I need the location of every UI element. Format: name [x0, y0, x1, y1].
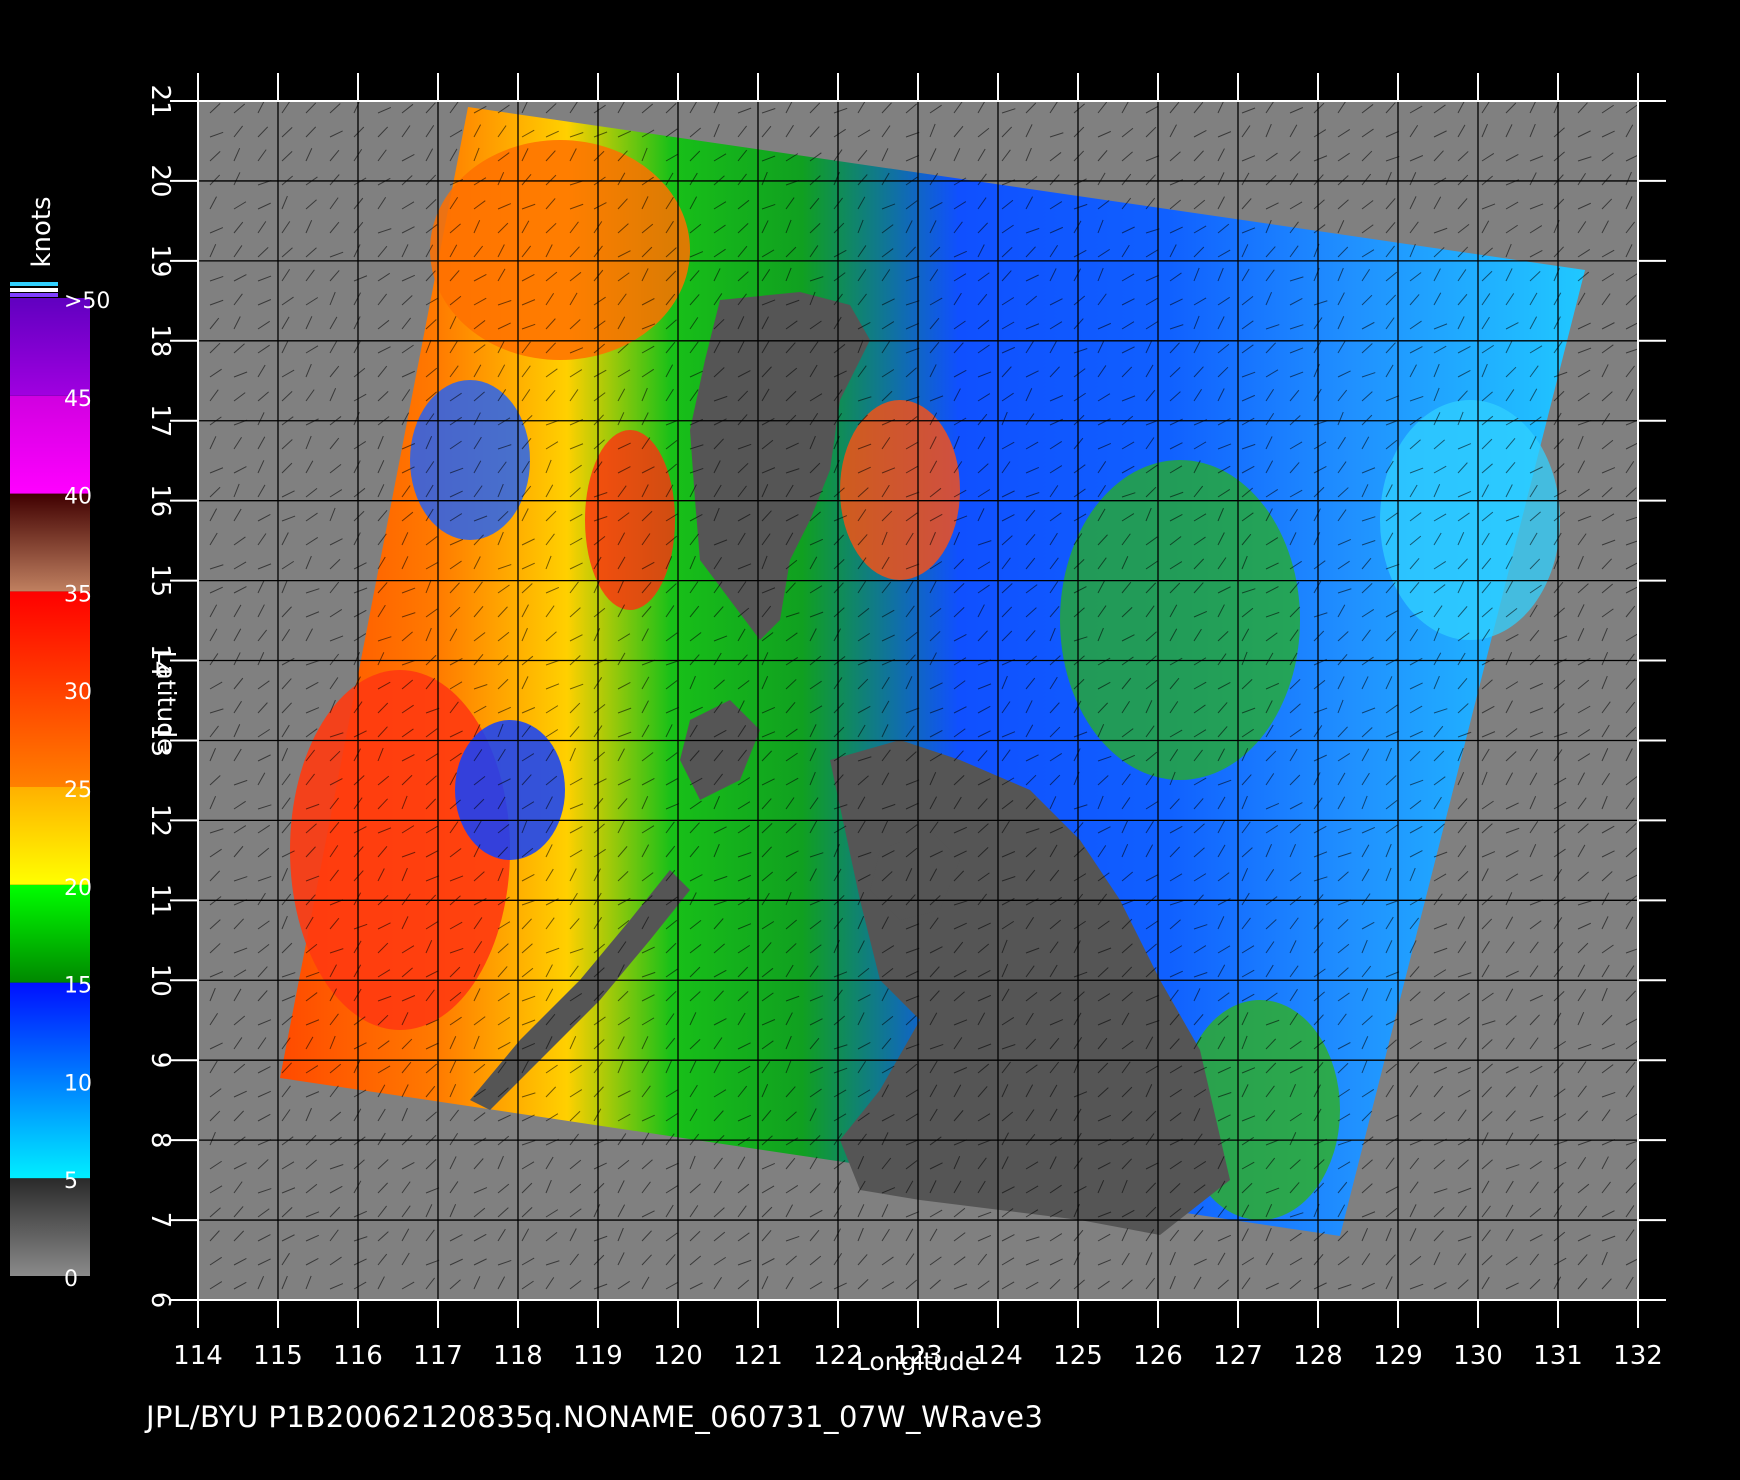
lat-tick-label: 15 — [145, 564, 175, 597]
colorbar-label: >50 — [64, 289, 110, 314]
lat-tick-label: 9 — [145, 1052, 175, 1069]
wind-map: 114 115 116 117 118 119 120 121 122 123 124 125 126 1… — [10, 73, 1666, 1376]
colorbar-label: 15 — [64, 974, 92, 999]
green-patch-east — [1060, 460, 1300, 780]
lon-tick-label: 114 — [173, 1341, 223, 1371]
lon-tick-label: 115 — [253, 1341, 303, 1371]
colorbar-label: 20 — [64, 876, 92, 901]
lon-tick-label: 116 — [333, 1341, 383, 1371]
lon-tick-label: 119 — [573, 1341, 623, 1371]
colorbar-unit: knots — [27, 196, 57, 267]
lat-tick-label: 10 — [145, 964, 175, 997]
colorbar-label: 0 — [64, 1267, 78, 1292]
lat-tick-label: 19 — [145, 244, 175, 277]
lon-tick-label: 130 — [1453, 1341, 1503, 1371]
lon-tick-label: 128 — [1293, 1341, 1343, 1371]
lat-tick-label: 17 — [145, 404, 175, 437]
colorbar-label: 5 — [64, 1169, 78, 1194]
colorbar-stripe — [10, 293, 58, 297]
lat-tick-label: 8 — [145, 1132, 175, 1149]
colorbar-band — [10, 1178, 90, 1276]
colorbar-stripe — [10, 282, 58, 286]
lon-tick-label: 132 — [1613, 1341, 1663, 1371]
high-wind-patch-north — [430, 140, 690, 360]
y-axis-title: Latitude — [152, 651, 181, 754]
cyan-patch-east — [1380, 400, 1560, 640]
lat-tick-label: 11 — [145, 884, 175, 917]
colorbar-stripe — [10, 288, 58, 292]
colorbar-label: 45 — [64, 387, 92, 412]
lat-tick-label: 21 — [145, 84, 175, 117]
red-patch-luzon-east — [840, 400, 960, 580]
colorbar: >50 45 40 35 30 25 20 15 10 5 0 — [10, 282, 110, 1292]
footer-caption: JPL/BYU P1B20062120835q.NONAME_060731_07… — [146, 1400, 1044, 1434]
lon-tick-label: 121 — [733, 1341, 783, 1371]
lon-tick-label: 124 — [973, 1341, 1023, 1371]
lat-tick-label: 16 — [145, 484, 175, 517]
lat-tick-label: 20 — [145, 164, 175, 197]
colorbar-label: 40 — [64, 485, 92, 510]
lon-tick-label: 117 — [413, 1341, 463, 1371]
lon-tick-label: 125 — [1053, 1341, 1103, 1371]
lat-tick-label: 18 — [145, 324, 175, 357]
calm-patch-northwest — [410, 380, 530, 540]
lon-tick-label: 127 — [1213, 1341, 1263, 1371]
lat-tick-label: 6 — [145, 1292, 175, 1309]
lat-tick-label: 7 — [145, 1212, 175, 1229]
lon-tick-label: 126 — [1133, 1341, 1183, 1371]
x-axis-title: Longitude — [856, 1347, 980, 1376]
lon-tick-label: 118 — [493, 1341, 543, 1371]
lon-tick-label: 120 — [653, 1341, 703, 1371]
lon-tick-label: 129 — [1373, 1341, 1423, 1371]
lon-tick-label: 131 — [1533, 1341, 1583, 1371]
colorbar-label: 25 — [64, 778, 92, 803]
colorbar-label: 35 — [64, 582, 92, 607]
lat-tick-label: 12 — [145, 804, 175, 837]
colorbar-label: 10 — [64, 1071, 92, 1096]
colorbar-label: 30 — [64, 680, 92, 705]
